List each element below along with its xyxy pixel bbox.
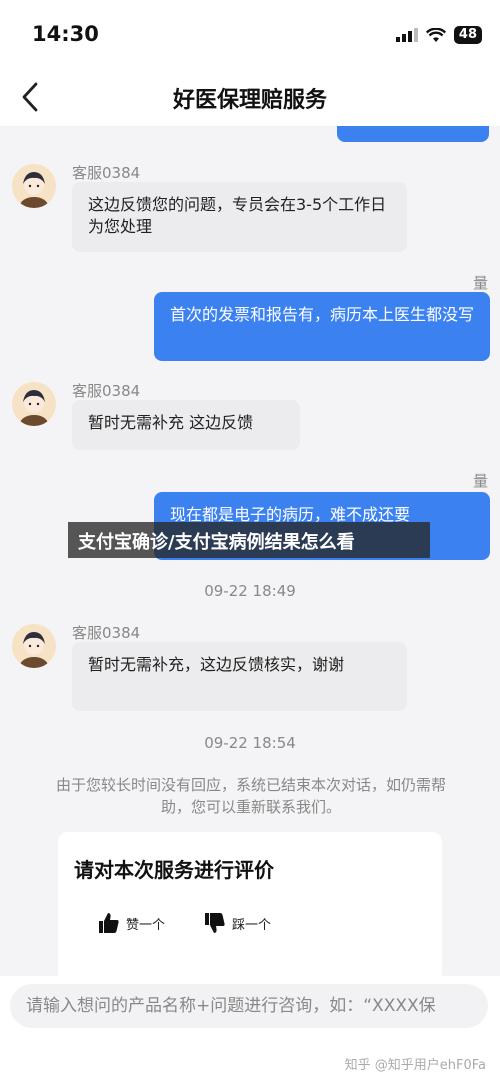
message-input[interactable] <box>10 984 488 1028</box>
nav-bar: 好医保理赔服务 <box>0 70 500 126</box>
dislike-label: 踩一个 <box>232 917 272 933</box>
status-icons: 48 <box>395 26 482 44</box>
signal-icon <box>395 28 418 42</box>
agent-avatar-icon <box>12 624 56 668</box>
like-label: 赞一个 <box>126 917 166 933</box>
battery-icon: 48 <box>453 26 482 44</box>
agent-avatar <box>12 164 56 208</box>
message-input-box[interactable] <box>10 984 488 1028</box>
status-time: 14:30 <box>32 22 99 46</box>
input-bar: 知乎 @知乎用户ehF0Fa <box>0 976 500 1082</box>
dislike-button[interactable]: 踩一个 <box>204 912 271 934</box>
agent-name: 客服0384 <box>72 382 141 400</box>
agent-name: 客服0384 <box>72 624 141 642</box>
wifi-icon <box>425 27 446 42</box>
rating-card: 请对本次服务进行评价 赞一个 踩一个 <box>58 832 442 976</box>
agent-name: 客服0384 <box>72 164 141 182</box>
banner-text: 支付宝确诊/支付宝病例结果怎么看 <box>78 532 355 553</box>
agent-avatar <box>12 624 56 668</box>
like-button[interactable]: 赞一个 <box>98 912 165 934</box>
page-title: 好医保理赔服务 <box>172 88 327 113</box>
user-message: 首次的发票和报告有，病历本上医生都没写 <box>154 292 490 361</box>
agent-message: 这边反馈您的问题，专员会在3-5个工作日为您处理 <box>72 182 407 252</box>
timestamp: 09-22 18:54 <box>204 734 296 752</box>
user-label: 量 <box>472 472 488 490</box>
user-message-partial <box>337 126 489 142</box>
system-notice: 由于您较长时间没有回应，系统已结束本次对话，如仍需帮助，您可以重新联系我们。 <box>56 776 447 816</box>
agent-message: 暂时无需补充，这边反馈核实，谢谢 <box>72 642 407 711</box>
agent-avatar-icon <box>12 382 56 426</box>
agent-message: 暂时无需补充 这边反馈 <box>72 400 300 450</box>
title-overlay-banner: 支付宝确诊/支付宝病例结果怎么看 <box>68 522 430 558</box>
rating-title: 请对本次服务进行评价 <box>74 858 274 882</box>
thumbs-up-icon <box>99 913 119 933</box>
watermark: 知乎 @知乎用户ehF0Fa <box>344 1058 486 1073</box>
timestamp: 09-22 18:49 <box>204 582 296 600</box>
status-bar: 14:30 48 <box>0 0 500 70</box>
user-label: 量 <box>472 274 488 292</box>
agent-avatar <box>12 382 56 426</box>
thumbs-down-icon <box>205 913 225 933</box>
agent-avatar-icon <box>12 164 56 208</box>
